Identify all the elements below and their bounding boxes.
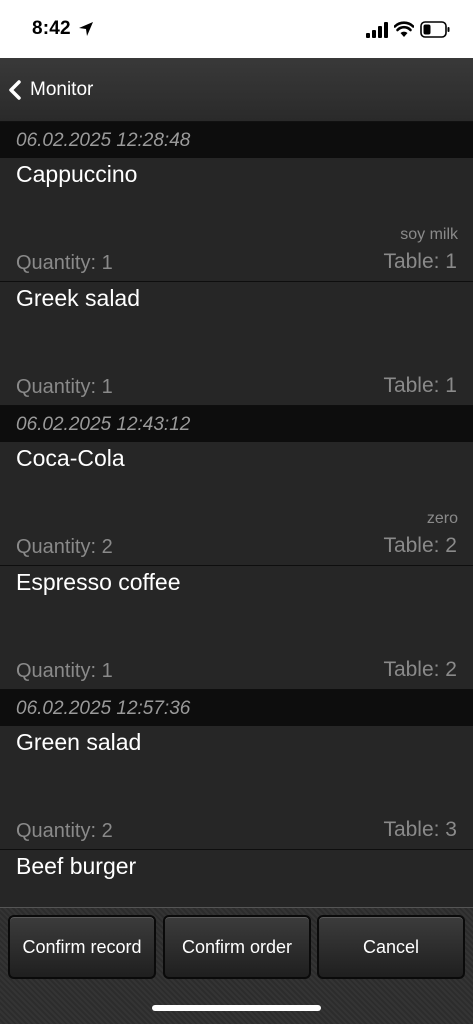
item-table: Table: 2 [383, 658, 457, 681]
confirm-record-button[interactable]: Confirm record [8, 915, 156, 979]
item-name: Espresso coffee [16, 569, 181, 595]
list-item[interactable]: Coca-Cola zero Quantity: 2 Table: 2 [0, 442, 473, 566]
cellular-signal-icon [366, 22, 388, 38]
list-item[interactable]: Beef burger [0, 850, 473, 907]
status-bar: 8:42 [0, 0, 473, 58]
item-name: Greek salad [16, 285, 141, 311]
item-note: zero [426, 510, 458, 527]
navigation-bar: Monitor [0, 58, 473, 122]
list-item[interactable]: Espresso coffee Quantity: 1 Table: 2 [0, 566, 473, 690]
list-item[interactable]: Cappuccino soy milk Quantity: 1 Table: 1 [0, 158, 473, 282]
back-button[interactable]: Monitor [6, 72, 93, 108]
item-name: Coca-Cola [16, 445, 125, 471]
item-table: Table: 2 [383, 534, 457, 557]
group-timestamp: 06.02.2025 12:43:12 [0, 406, 473, 442]
status-time: 8:42 [32, 18, 71, 39]
item-table: Table: 3 [383, 818, 457, 841]
list-item[interactable]: Greek salad Quantity: 1 Table: 1 [0, 282, 473, 406]
back-label: Monitor [30, 79, 94, 100]
item-quantity: Quantity: 1 [16, 660, 113, 682]
bottom-toolbar: Confirm record Confirm order Cancel [0, 907, 473, 1024]
item-name: Cappuccino [16, 161, 138, 187]
item-name: Green salad [16, 729, 142, 755]
chevron-left-icon [9, 80, 21, 100]
wifi-icon [394, 21, 414, 37]
group-timestamp: 06.02.2025 12:57:36 [0, 690, 473, 726]
location-arrow-icon [79, 22, 93, 36]
item-quantity: Quantity: 1 [16, 252, 113, 274]
group-timestamp: 06.02.2025 12:28:48 [0, 122, 473, 158]
confirm-order-button[interactable]: Confirm order [163, 915, 311, 979]
item-quantity: Quantity: 1 [16, 376, 113, 398]
item-quantity: Quantity: 2 [16, 820, 113, 842]
cancel-button[interactable]: Cancel [317, 915, 465, 979]
item-note: soy milk [400, 226, 458, 243]
list-item[interactable]: Green salad Quantity: 2 Table: 3 [0, 726, 473, 850]
item-table: Table: 1 [383, 374, 457, 397]
home-indicator[interactable] [152, 1005, 321, 1011]
item-name: Beef burger [16, 853, 137, 879]
order-list[interactable]: 06.02.2025 12:28:48 Cappuccino soy milk … [0, 122, 473, 907]
battery-icon [420, 21, 450, 38]
item-table: Table: 1 [383, 250, 457, 273]
item-quantity: Quantity: 2 [16, 536, 113, 558]
